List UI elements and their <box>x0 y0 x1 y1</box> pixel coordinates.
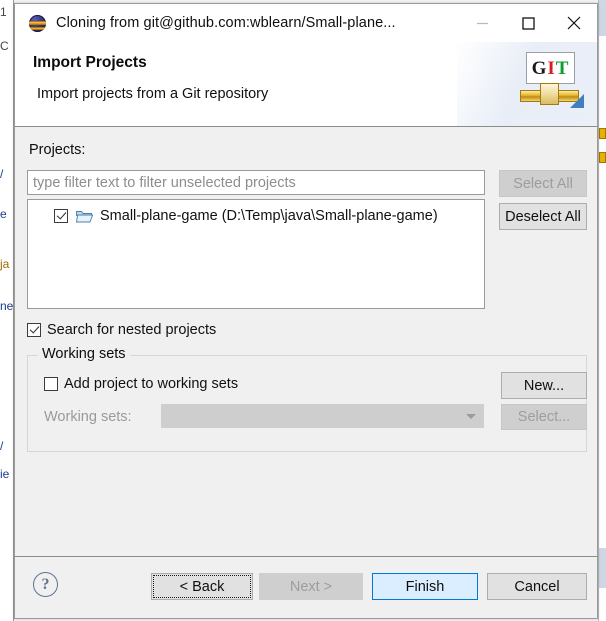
add-to-working-sets-row[interactable]: Add project to working sets <box>44 376 238 392</box>
eclipse-globe-icon <box>29 14 47 32</box>
dialog-body: Projects: Small-plane-game (D:\Temp\java… <box>15 127 597 557</box>
working-sets-combo-label: Working sets: <box>44 409 132 425</box>
git-banner-logo: GIT <box>518 50 584 118</box>
project-checkbox[interactable] <box>54 209 68 223</box>
next-button[interactable]: Next > <box>259 573 363 600</box>
project-label: Small-plane-game (D:\Temp\java\Small-pla… <box>100 208 438 224</box>
help-icon[interactable]: ? <box>33 572 58 597</box>
git-letter-g: G <box>531 57 548 79</box>
window-controls <box>459 4 597 42</box>
open-folder-icon <box>75 209 94 223</box>
backdrop-marker <box>599 128 606 139</box>
git-letter-i: I <box>547 57 556 79</box>
backdrop-text-fragment: ja <box>0 258 10 271</box>
working-sets-group: Working sets Add project to working sets… <box>27 346 587 452</box>
close-button[interactable] <box>551 4 597 42</box>
git-blue-triangle <box>570 94 584 108</box>
backdrop-text-fragment: ne <box>0 300 13 313</box>
git-gold-knob <box>540 83 559 105</box>
backdrop-marker <box>599 152 606 163</box>
maximize-button[interactable] <box>505 4 551 42</box>
backdrop-scrollbar[interactable] <box>599 0 606 36</box>
projects-list[interactable]: Small-plane-game (D:\Temp\java\Small-pla… <box>27 199 485 309</box>
git-wordmark: GIT <box>526 52 575 84</box>
git-letter-t: T <box>555 57 570 79</box>
search-nested-projects-label: Search for nested projects <box>47 322 217 338</box>
dialog-header: Import Projects Import projects from a G… <box>15 42 597 127</box>
projects-label: Projects: <box>29 142 86 158</box>
list-item[interactable]: Small-plane-game (D:\Temp\java\Small-pla… <box>28 205 484 227</box>
working-sets-combo[interactable] <box>161 404 484 428</box>
add-to-working-sets-checkbox[interactable] <box>44 377 58 391</box>
new-working-set-button[interactable]: New... <box>501 372 587 399</box>
cancel-button[interactable]: Cancel <box>487 573 587 600</box>
deselect-all-button[interactable]: Deselect All <box>499 203 587 230</box>
search-nested-projects-row[interactable]: Search for nested projects <box>27 322 216 338</box>
backdrop-text-fragment: C <box>0 40 9 53</box>
backdrop-text-fragment: / <box>0 168 4 181</box>
project-filter-input[interactable] <box>27 170 485 195</box>
backdrop-text-fragment: 1 <box>0 6 7 19</box>
dialog-titlebar[interactable]: Cloning from git@github.com:wblearn/Smal… <box>15 4 597 42</box>
page-title: Import Projects <box>33 54 147 71</box>
working-sets-legend: Working sets <box>38 346 130 362</box>
back-button[interactable]: < Back <box>151 573 253 600</box>
import-projects-dialog: Cloning from git@github.com:wblearn/Smal… <box>14 3 598 619</box>
minimize-button[interactable] <box>459 4 505 42</box>
chevron-down-icon <box>466 413 476 419</box>
select-working-set-button[interactable]: Select... <box>501 404 587 430</box>
backdrop-scrollbar[interactable] <box>599 548 606 588</box>
dialog-footer: ? < Back Next > Finish Cancel <box>15 557 597 617</box>
backdrop-text-fragment: ie <box>0 468 10 481</box>
search-nested-projects-checkbox[interactable] <box>27 323 41 337</box>
backdrop-left-strip: 1 C / e ja ne / ie <box>0 0 14 621</box>
finish-button[interactable]: Finish <box>372 573 478 600</box>
backdrop-right-strip <box>598 0 606 621</box>
backdrop-text-fragment: e <box>0 208 7 221</box>
backdrop-text-fragment: / <box>0 440 4 453</box>
add-to-working-sets-label: Add project to working sets <box>64 376 239 392</box>
dialog-title: Cloning from git@github.com:wblearn/Smal… <box>56 15 396 31</box>
page-subtitle: Import projects from a Git repository <box>37 86 269 102</box>
select-all-button[interactable]: Select All <box>499 170 587 197</box>
